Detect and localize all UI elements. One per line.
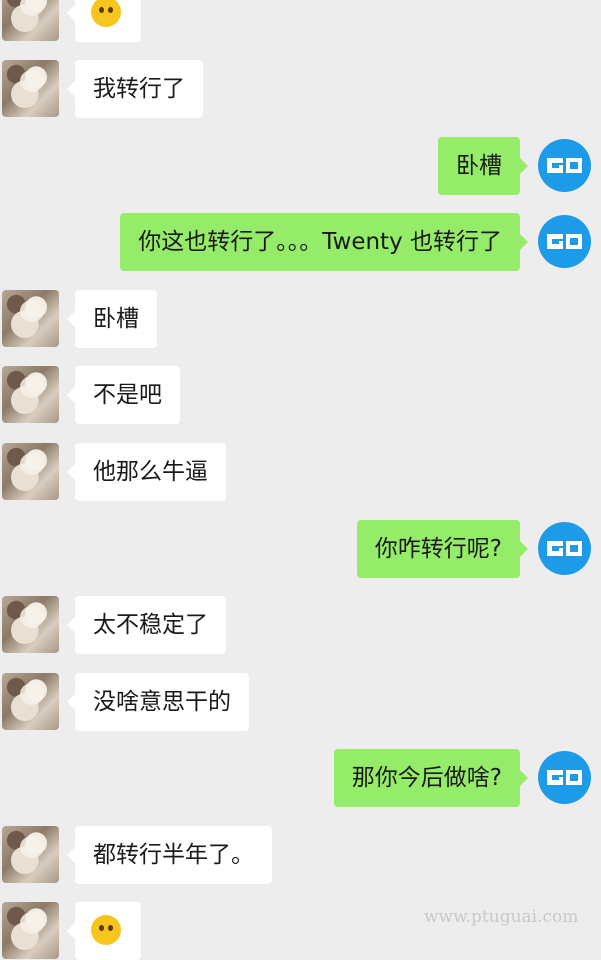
message-row: 那你今后做啥? [0,749,601,807]
watermark: www.ptuguai.com [424,907,579,927]
message-bubble[interactable]: 你咋转行呢? [356,520,529,578]
friend-avatar[interactable] [2,443,59,500]
message-row [0,0,601,42]
crying-face-emoji-icon [91,0,121,27]
message-bubble[interactable] [67,902,141,960]
go-logo-avatar-icon[interactable] [538,215,591,268]
message-row: 都转行半年了。 [0,826,601,884]
message-bubble[interactable]: 他那么牛逼 [67,443,226,501]
friend-avatar[interactable] [2,596,59,653]
message-bubble[interactable]: 太不稳定了 [67,596,226,654]
go-logo-avatar-icon[interactable] [538,751,591,804]
message-bubble[interactable]: 卧槽 [438,137,528,195]
friend-avatar[interactable] [2,0,59,41]
chat-conversation: 我转行了 卧槽 你这也转行了。。。Twenty 也转行了 卧槽 不是吧 他那么牛… [0,0,601,960]
message-row: 没啥意思干的 [0,673,601,731]
message-row: 你这也转行了。。。Twenty 也转行了 [0,213,601,271]
message-row: 他那么牛逼 [0,443,601,501]
go-logo-avatar-icon[interactable] [538,139,591,192]
message-row: 太不稳定了 [0,596,601,654]
message-row: 卧槽 [0,290,601,348]
message-bubble[interactable] [67,0,141,42]
friend-avatar[interactable] [2,902,59,959]
message-row: 不是吧 [0,366,601,424]
friend-avatar[interactable] [2,826,59,883]
crying-face-emoji-icon [91,914,121,945]
friend-avatar[interactable] [2,290,59,347]
message-bubble[interactable]: 不是吧 [67,366,180,424]
friend-avatar[interactable] [2,60,59,117]
friend-avatar[interactable] [2,673,59,730]
message-bubble[interactable]: 没啥意思干的 [67,673,249,731]
message-bubble[interactable]: 卧槽 [67,290,157,348]
message-bubble[interactable]: 那你今后做啥? [333,749,529,807]
friend-avatar[interactable] [2,366,59,423]
message-row: 你咋转行呢? [0,520,601,578]
message-row: 卧槽 [0,137,601,195]
message-bubble[interactable]: 我转行了 [67,60,203,118]
go-logo-avatar-icon[interactable] [538,522,591,575]
message-bubble[interactable]: 你这也转行了。。。Twenty 也转行了 [120,213,528,271]
message-row: 我转行了 [0,60,601,118]
message-bubble[interactable]: 都转行半年了。 [67,826,272,884]
